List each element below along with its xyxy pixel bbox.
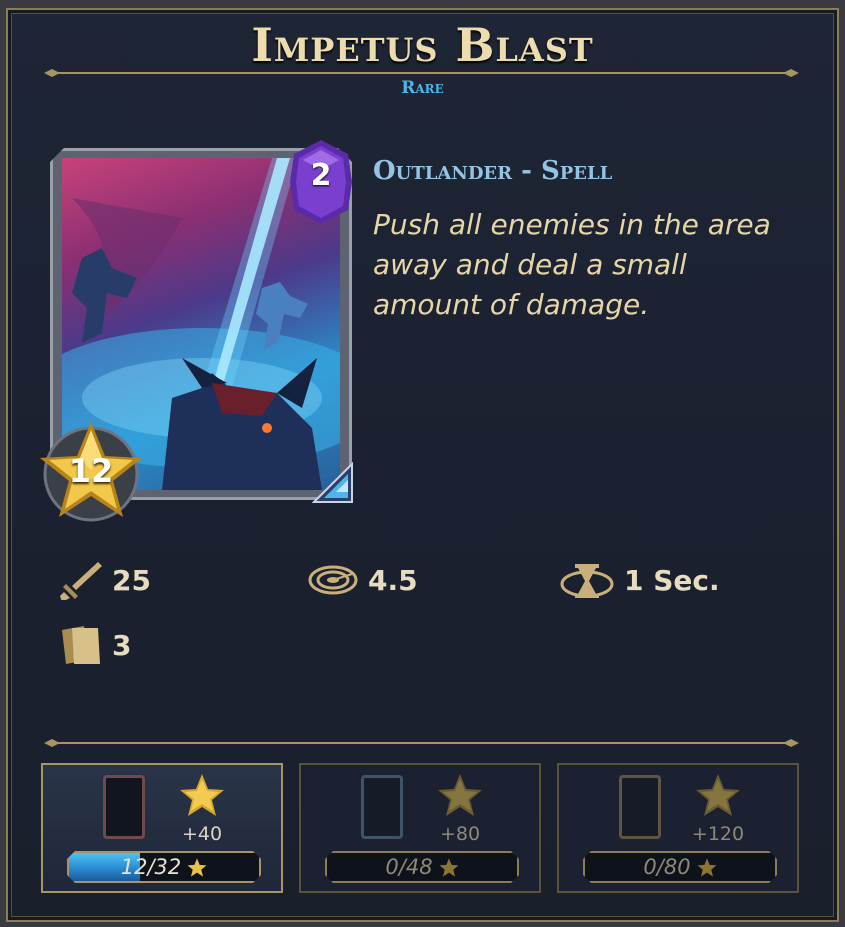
cards-icon	[62, 626, 100, 664]
rare-gem-icon	[312, 462, 353, 503]
tier-progress-text: 12/32	[120, 855, 182, 879]
stat-cast-time: 1 Sec.	[560, 560, 720, 600]
upgrade-tier-1[interactable]: +40 12/32	[41, 763, 283, 893]
tiers-divider	[44, 739, 799, 747]
tier-bonus: +120	[691, 823, 745, 845]
star-icon	[180, 774, 224, 816]
stat-card-count: 3	[58, 625, 131, 665]
card-copies-icon	[361, 775, 403, 839]
stat-radius: 4.5	[308, 560, 418, 600]
radius-icon	[308, 565, 358, 595]
stat-radius-value: 4.5	[368, 563, 418, 597]
star-icon	[187, 857, 207, 877]
star-icon	[439, 857, 459, 877]
stat-card-count-value: 3	[112, 628, 132, 662]
tier-progress-bar: 0/80	[583, 851, 777, 883]
mana-cost-value: 2	[310, 158, 332, 193]
card-type-line: Outlander - Spell	[373, 156, 613, 186]
hourglass-icon	[560, 564, 614, 598]
star-icon	[696, 774, 740, 816]
tier-progress-bar: 12/32	[67, 851, 261, 883]
card-title: Impetus Blast	[251, 18, 594, 72]
tier-bonus: +40	[181, 823, 223, 845]
tier-progress-text: 0/48	[385, 855, 433, 879]
upgrade-tier-3[interactable]: +120 0/80	[557, 763, 799, 893]
level-badge: 12	[36, 418, 146, 522]
card-copies-icon	[619, 775, 661, 839]
star-icon	[697, 857, 717, 877]
title-divider	[44, 69, 799, 77]
stat-cast-time-value: 1 Sec.	[624, 563, 720, 597]
star-icon	[438, 774, 482, 816]
card-copies-icon	[103, 775, 145, 839]
tier-progress-text: 0/80	[643, 855, 691, 879]
tier-bonus: +80	[439, 823, 481, 845]
mana-cost-gem: 2	[290, 140, 352, 224]
rarity-label: Rare	[401, 78, 444, 98]
stat-damage: 25	[58, 560, 151, 600]
upgrade-tier-2[interactable]: +80 0/48	[299, 763, 541, 893]
tier-progress-bar: 0/48	[325, 851, 519, 883]
stat-damage-value: 25	[112, 563, 151, 597]
card-description: Push all enemies in the area away and de…	[373, 208, 771, 321]
sword-icon	[60, 562, 102, 600]
level-value: 12	[68, 452, 114, 490]
